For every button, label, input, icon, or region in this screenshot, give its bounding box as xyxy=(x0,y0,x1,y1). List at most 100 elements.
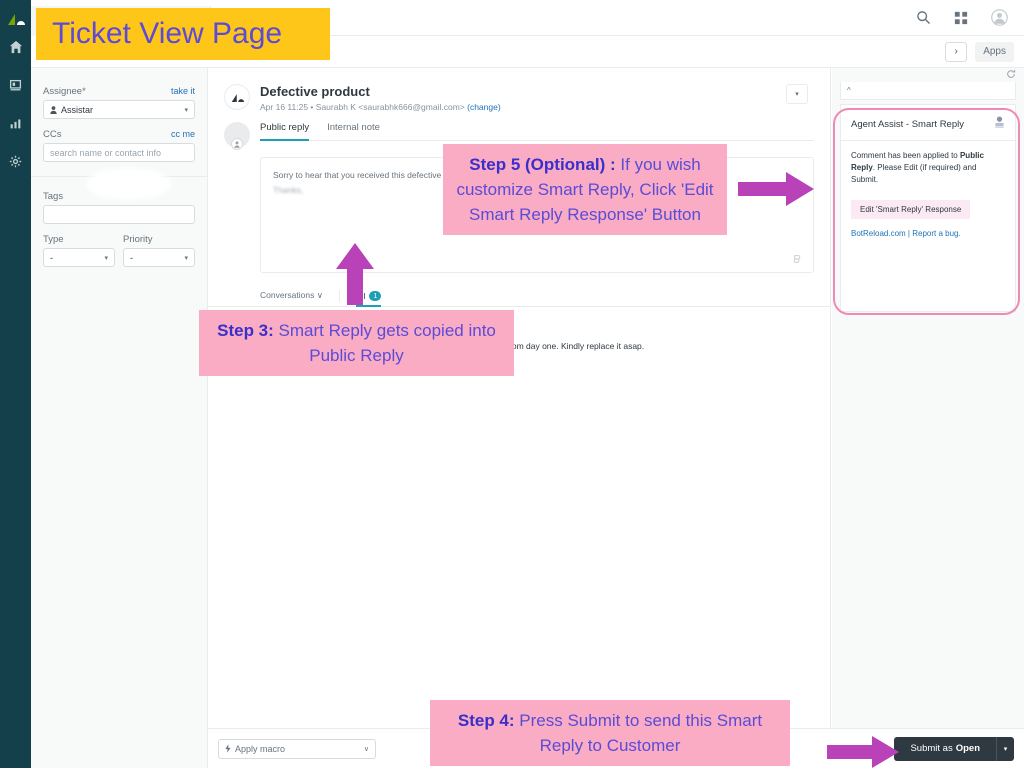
type-priority-row: Type - ▾ Priority - ▾ xyxy=(43,234,195,267)
tab-public-reply[interactable]: Public reply xyxy=(260,122,310,141)
type-select[interactable]: - ▾ xyxy=(43,248,115,267)
ticket-requester: Saurabh K <saurabhk666@gmail.com> xyxy=(315,102,465,112)
agent-assist-card: Agent Assist - Smart Reply Comment has b… xyxy=(840,104,1016,312)
annotation-arrow-up-reply xyxy=(336,243,374,305)
cc-me-link[interactable]: cc me xyxy=(171,129,195,139)
ticket-header-menu-button[interactable]: ▾ xyxy=(786,84,808,104)
submit-button[interactable]: Submit as Open ▾ xyxy=(894,736,1014,761)
redaction-blur xyxy=(86,168,171,200)
ticket-view-page: › Apps Assignee* take it Assistar ▾ CCs … xyxy=(0,0,1024,768)
apply-macro-label: Apply macro xyxy=(235,743,286,754)
top-header-icons xyxy=(914,9,1024,27)
type-value: - xyxy=(50,252,53,263)
apps-panel: ^ Agent Assist - Smart Reply Comment has… xyxy=(832,68,1024,768)
assignee-select[interactable]: Assistar ▾ xyxy=(43,100,195,119)
agent-assist-title: Agent Assist - Smart Reply xyxy=(851,118,964,130)
reporting-icon xyxy=(10,118,21,128)
apply-macro-select[interactable]: Apply macro ∨ xyxy=(218,738,376,759)
chevron-down-icon: ∨ xyxy=(363,745,369,753)
grid-apps-icon[interactable] xyxy=(952,9,970,27)
search-icon[interactable] xyxy=(914,9,932,27)
conversations-selector[interactable]: Conversations ∨ xyxy=(260,290,323,306)
chevron-down-icon: ▾ xyxy=(1003,745,1008,753)
type-field: Type - ▾ xyxy=(43,234,115,267)
submit-prefix: Submit as xyxy=(910,743,953,754)
tab-internal-note[interactable]: Internal note xyxy=(327,122,380,140)
edit-smart-reply-response-button[interactable]: Edit 'Smart Reply' Response xyxy=(851,200,971,219)
ccs-field-header: CCs cc me xyxy=(43,129,195,140)
chevron-down-icon: ▾ xyxy=(184,106,188,114)
home-icon xyxy=(9,40,22,54)
assignee-value: Assistar xyxy=(61,104,94,115)
annotation-step-3-text: Smart Reply gets copied into Public Repl… xyxy=(273,321,496,365)
annotation-step-3: Step 3: Smart Reply gets copied into Pub… xyxy=(199,310,514,376)
botreload-link[interactable]: BotReload.com xyxy=(851,229,906,238)
take-it-link[interactable]: take it xyxy=(171,86,195,96)
sidebar-item-views[interactable] xyxy=(0,66,31,104)
avatar-icon[interactable] xyxy=(990,9,1008,27)
lightning-icon xyxy=(225,744,231,753)
submit-status: Open xyxy=(955,743,980,754)
priority-label: Priority xyxy=(123,234,153,245)
left-nav-rail xyxy=(0,0,31,768)
annotation-step-3-label: Step 3: xyxy=(217,321,274,340)
tags-label: Tags xyxy=(43,191,64,202)
agent-badge-icon xyxy=(231,138,243,150)
assignee-field-header: Assignee* take it xyxy=(43,86,195,97)
refresh-icon[interactable] xyxy=(1006,66,1016,84)
ccs-field: CCs cc me search name or contact info xyxy=(43,129,195,162)
conversations-selector-label: Conversations xyxy=(260,290,315,300)
conversations-bar: Conversations ∨ All 1 xyxy=(208,285,830,307)
assignee-field: Assignee* take it Assistar ▾ xyxy=(43,86,195,119)
agent-assist-divider xyxy=(841,140,1015,141)
chevron-down-icon: ▾ xyxy=(795,91,799,98)
composer-tabs: Public reply Internal note xyxy=(260,122,814,141)
sidebar-item-home[interactable] xyxy=(0,28,31,66)
annotation-step-5-label: Step 5 (Optional) : xyxy=(469,155,616,174)
gear-icon xyxy=(9,155,22,167)
ticket-header-text: Defective product Apr 16 11:25 • Saurabh… xyxy=(260,84,501,112)
bot-avatar-icon xyxy=(994,115,1005,133)
priority-select[interactable]: - ▾ xyxy=(123,248,195,267)
agent-assist-message-pre: Comment has been applied to xyxy=(851,151,960,160)
type-label: Type xyxy=(43,234,64,245)
submit-dropdown-caret[interactable]: ▾ xyxy=(996,736,1014,761)
composer-avatar xyxy=(224,122,250,150)
annotation-arrow-right-submit xyxy=(827,736,899,768)
sidebar-item-admin[interactable] xyxy=(0,142,31,180)
sidebar-item-reporting[interactable] xyxy=(0,104,31,142)
expand-apps-panel-button[interactable]: › xyxy=(945,41,968,62)
priority-value: - xyxy=(130,252,133,263)
ccs-input[interactable]: search name or contact info xyxy=(43,143,195,162)
ticket-date: Apr 16 11:25 xyxy=(260,102,309,112)
apps-panel-collapse-button[interactable]: ^ xyxy=(840,82,1016,100)
ticket-header: Defective product Apr 16 11:25 • Saurabh… xyxy=(208,68,830,122)
submit-button-main[interactable]: Submit as Open xyxy=(894,737,996,761)
chevron-up-icon: ^ xyxy=(847,86,851,95)
priority-field: Priority - ▾ xyxy=(123,234,195,267)
assignee-label: Assignee* xyxy=(43,86,86,97)
ccs-label: CCs xyxy=(43,129,62,140)
chevron-down-icon: ▾ xyxy=(184,254,188,262)
person-icon xyxy=(50,105,57,114)
report-a-bug-link[interactable]: Report a bug. xyxy=(912,229,960,238)
views-icon xyxy=(9,79,22,90)
agent-assist-links: BotReload.com | Report a bug. xyxy=(851,229,1005,238)
footer-actions: ▾ Submit as Open ▾ xyxy=(879,736,1014,761)
annotation-banner: Ticket View Page xyxy=(36,8,330,60)
annotation-step-5: Step 5 (Optional) : If you wish customiz… xyxy=(443,144,727,235)
rich-text-icon[interactable] xyxy=(792,252,804,264)
tags-input[interactable] xyxy=(43,205,195,224)
meta-separator: • xyxy=(310,102,314,112)
agent-assist-message: Comment has been applied to Public Reply… xyxy=(851,150,1005,186)
zendesk-logo-icon[interactable] xyxy=(6,8,26,28)
annotation-arrow-right-agent-assist xyxy=(738,172,814,206)
apps-panel-topbar xyxy=(832,68,1024,82)
type-field-header: Type xyxy=(43,234,115,245)
chevron-down-icon: ∨ xyxy=(316,290,323,300)
annotation-step-4-label: Step 4: xyxy=(457,711,515,730)
apps-button[interactable]: Apps xyxy=(975,41,1014,62)
change-requester-link[interactable]: (change) xyxy=(467,102,501,112)
ticket-properties-sidebar: Assignee* take it Assistar ▾ CCs cc me s xyxy=(31,68,208,768)
priority-field-header: Priority xyxy=(123,234,195,245)
